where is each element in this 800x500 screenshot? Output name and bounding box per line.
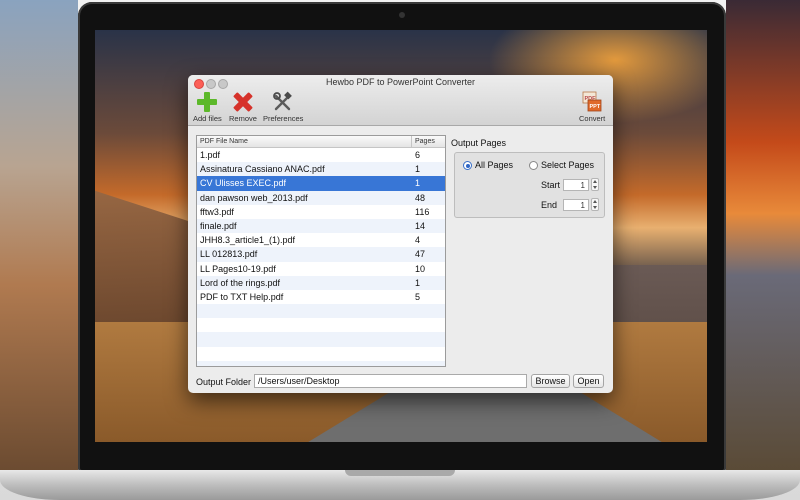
app-window: Hewbo PDF to PowerPoint Converter Add fi… (188, 75, 613, 393)
pages-cell: 14 (415, 220, 426, 231)
add-files-label: Add files (193, 114, 222, 123)
column-header-pages[interactable]: Pages (412, 136, 435, 147)
file-name-cell: CV Ulisses EXEC.pdf (200, 178, 287, 189)
table-body: 1.pdf 6 Assinatura Cassiano ANAC.pdf 1 CV Ul… (197, 148, 445, 366)
file-name-cell: 1.pdf (200, 150, 221, 160)
open-button[interactable]: Open (573, 374, 604, 388)
file-name-cell: LL 012813.pdf (200, 249, 258, 260)
output-pages-group: All Pages Select Pages Start 1 End 1 (454, 152, 605, 218)
preferences-icon (272, 91, 294, 113)
pages-cell: 48 (415, 192, 426, 203)
convert-icon-text-bottom: PPT (590, 104, 601, 110)
output-pages-label: Output Pages (451, 138, 507, 148)
end-label: End (541, 200, 558, 210)
laptop-notch (345, 470, 455, 476)
empty-row (197, 360, 445, 366)
convert-button[interactable]: PDF PPT Convert (579, 91, 605, 123)
remove-label: Remove (229, 114, 257, 123)
remove-icon (232, 91, 254, 113)
browse-button[interactable]: Browse (531, 374, 570, 388)
all-pages-label[interactable]: All Pages (475, 160, 513, 170)
table-row[interactable]: 1.pdf 6 (197, 148, 445, 162)
add-files-button[interactable]: Add files (193, 91, 222, 123)
table-row[interactable]: JHH8.3_article1_(1).pdf 4 (197, 233, 445, 247)
empty-row (197, 332, 445, 347)
table-row[interactable]: Lord of the rings.pdf 1 (197, 275, 445, 290)
table-row[interactable]: Assinatura Cassiano ANAC.pdf 1 (197, 162, 445, 177)
pages-cell: 116 (415, 206, 430, 217)
background-left (0, 0, 78, 475)
file-name-cell: finale.pdf (200, 220, 237, 231)
table-row[interactable]: LL Pages10-19.pdf 10 (197, 262, 445, 276)
preferences-label: Preferences (263, 114, 304, 123)
end-page-input[interactable]: 1 (563, 199, 589, 211)
pages-cell: 10 (415, 263, 426, 274)
start-label: Start (541, 180, 561, 190)
file-table[interactable]: PDF File Name Pages 1.pdf 6 Assinatura Cas… (196, 135, 446, 367)
table-row[interactable]: LL 012813.pdf 47 (197, 247, 445, 262)
empty-row (197, 347, 445, 361)
file-name-cell: PDF to TXT Help.pdf (200, 291, 284, 302)
table-header: PDF File Name Pages (197, 136, 445, 148)
camera (399, 12, 405, 18)
file-name-cell: Assinatura Cassiano ANAC.pdf (200, 164, 325, 175)
pages-cell: 4 (415, 235, 421, 246)
end-page-stepper[interactable] (591, 198, 599, 211)
convert-icon: PDF PPT (581, 91, 603, 113)
pages-cell: 1 (415, 164, 421, 175)
window-title: Hewbo PDF to PowerPoint Converter (325, 77, 476, 87)
preferences-button[interactable]: Preferences (263, 91, 303, 123)
all-pages-radio[interactable] (463, 161, 472, 170)
convert-label: Convert (579, 114, 606, 123)
add-files-icon (196, 91, 218, 113)
pages-cell: 6 (415, 150, 421, 160)
table-row[interactable]: fftw3.pdf 116 (197, 205, 445, 219)
select-pages-radio[interactable] (529, 161, 538, 170)
background-right (726, 0, 800, 475)
select-pages-label[interactable]: Select Pages (541, 160, 594, 170)
remove-button[interactable]: Remove (229, 91, 257, 123)
empty-row (197, 318, 445, 332)
table-row[interactable]: PDF to TXT Help.pdf 5 (197, 290, 445, 304)
file-name-cell: JHH8.3_article1_(1).pdf (200, 235, 296, 246)
pages-cell: 1 (415, 178, 421, 189)
file-name-cell: LL Pages10-19.pdf (200, 263, 276, 274)
titlebar: Hewbo PDF to PowerPoint Converter Add fi… (188, 75, 613, 126)
table-row[interactable]: dan pawson web_2013.pdf 48 (197, 190, 445, 205)
file-name-cell: Lord of the rings.pdf (200, 277, 281, 288)
file-name-cell: dan pawson web_2013.pdf (200, 192, 308, 203)
column-header-name[interactable]: PDF File Name (197, 136, 412, 147)
start-page-stepper[interactable] (591, 178, 599, 191)
table-row[interactable]: finale.pdf 14 (197, 218, 445, 234)
pages-cell: 1 (415, 277, 421, 288)
pages-cell: 5 (415, 291, 421, 302)
output-folder-label: Output Folder (196, 377, 252, 387)
empty-row (197, 304, 445, 319)
file-name-cell: fftw3.pdf (200, 206, 234, 217)
output-folder-input[interactable]: /Users/user/Desktop (254, 374, 527, 388)
start-page-input[interactable]: 1 (563, 179, 589, 191)
table-row[interactable]: CV Ulisses EXEC.pdf 1 (197, 176, 445, 191)
pages-cell: 47 (415, 249, 426, 260)
